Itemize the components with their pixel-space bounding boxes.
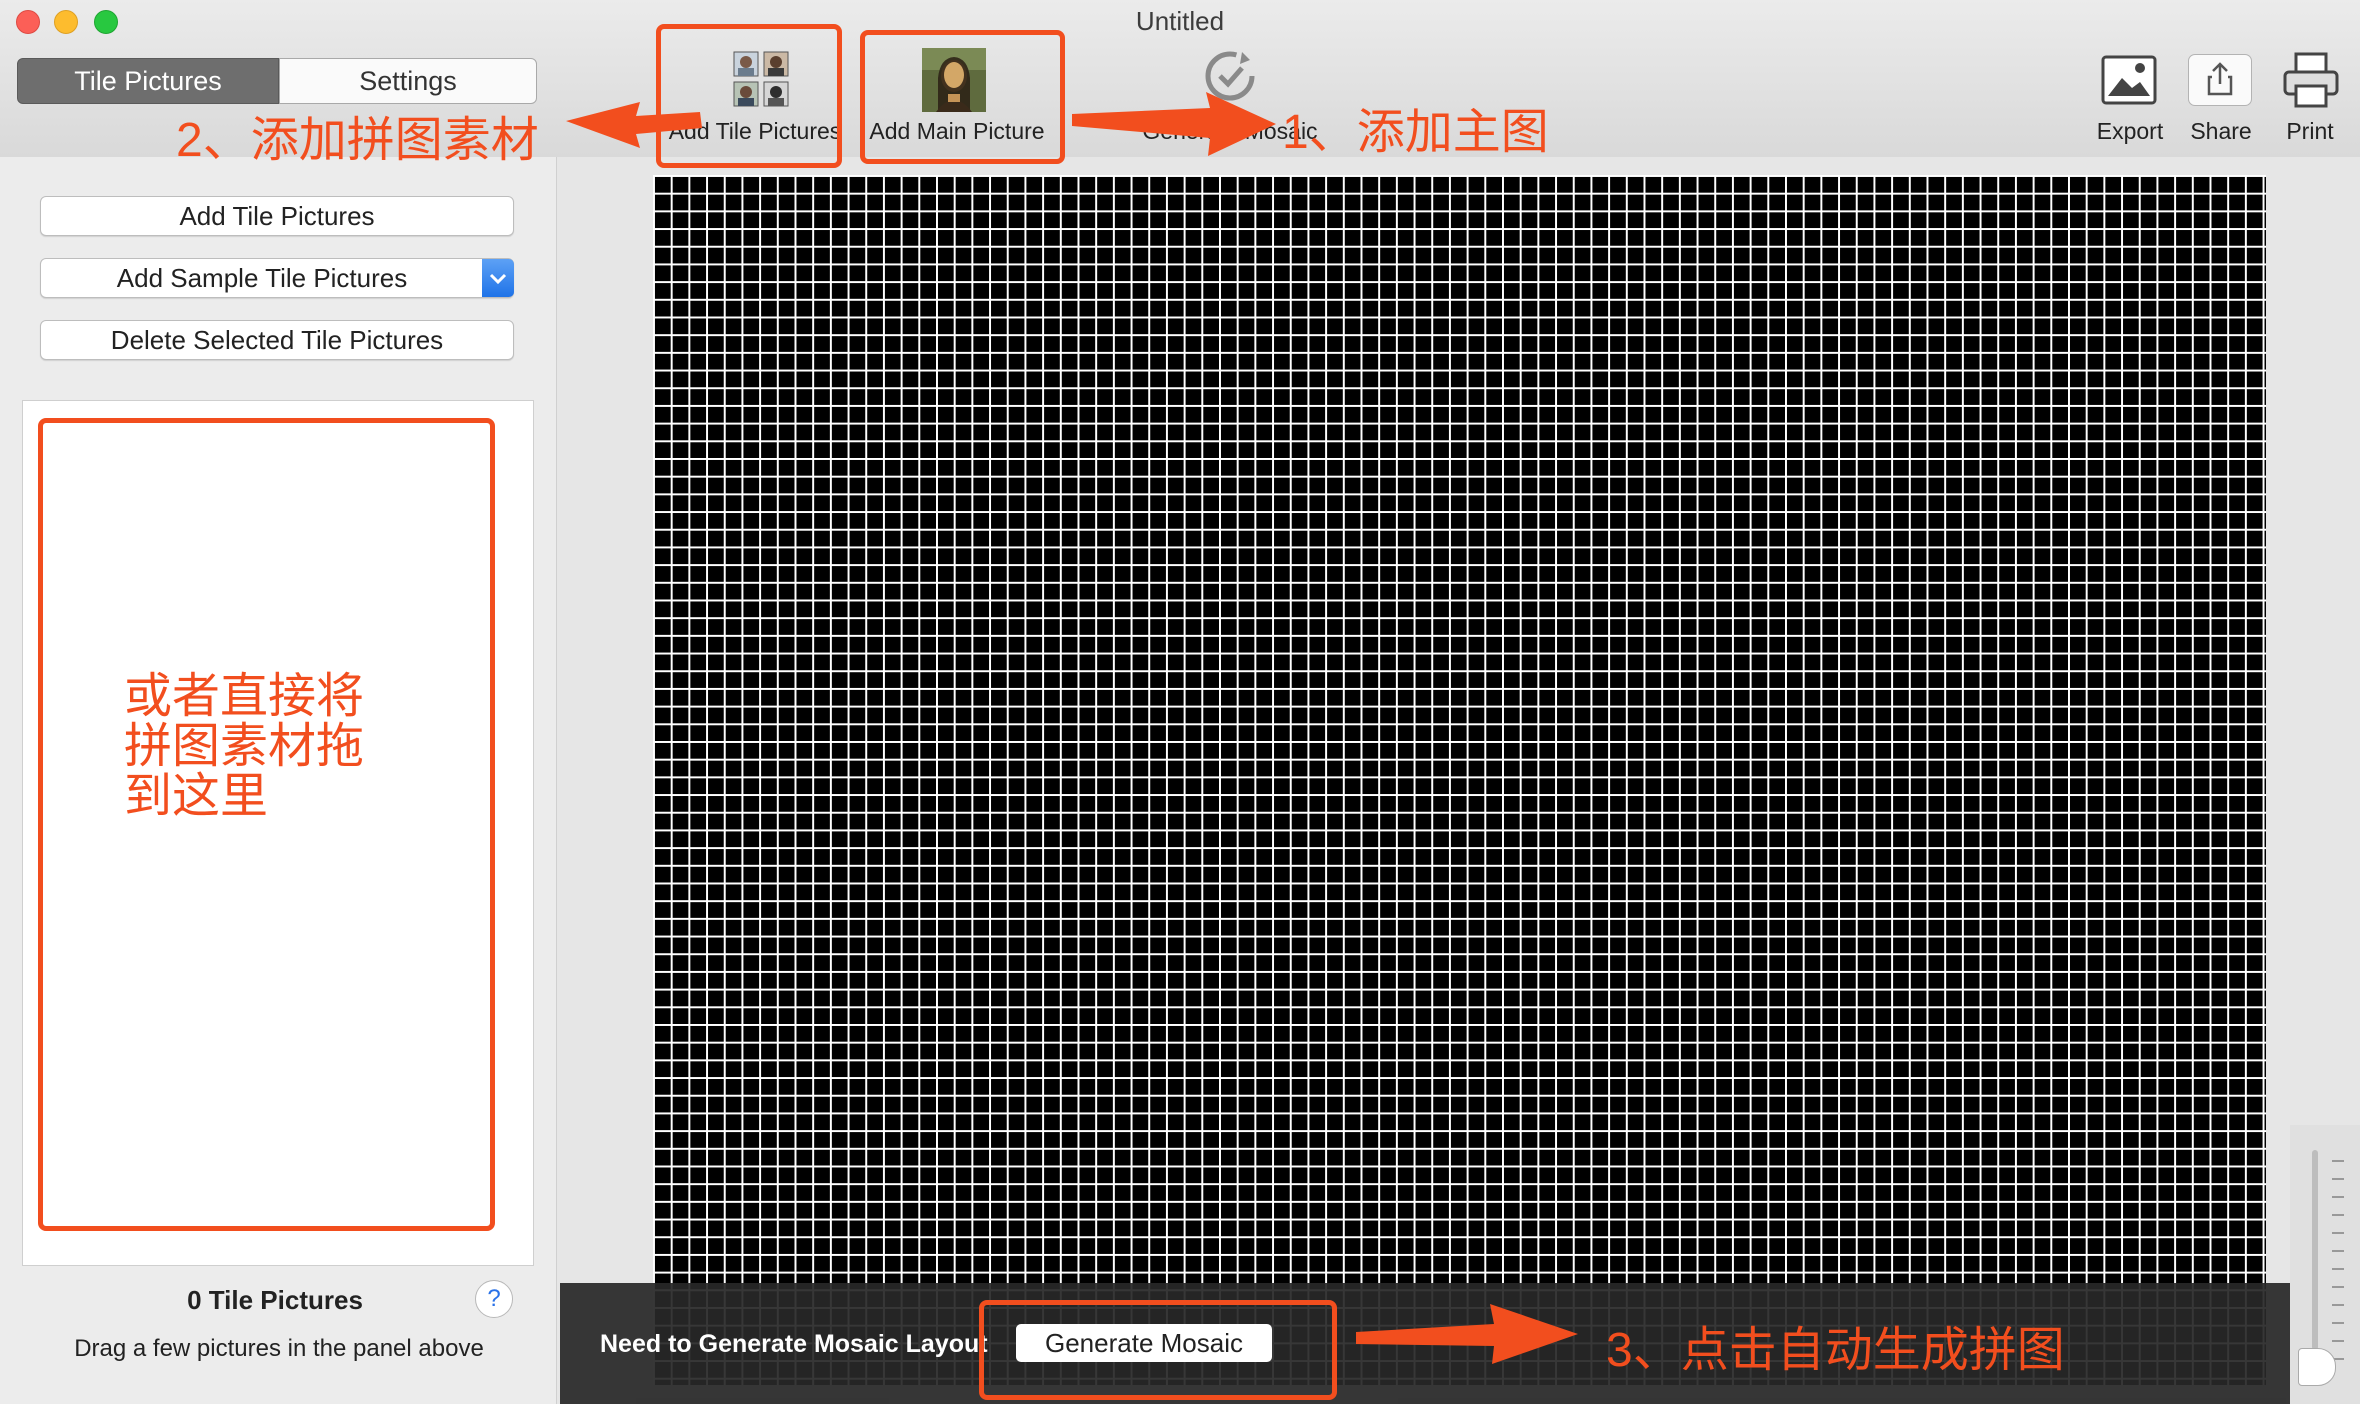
annotation-arrows bbox=[566, 92, 1578, 1364]
arrow-to-step1 bbox=[1072, 92, 1276, 156]
step1-annotation: 1、添加主图 bbox=[1282, 106, 1549, 159]
step3-annotation: 3、点击自动生成拼图 bbox=[1606, 1324, 2065, 1377]
step2-annotation: 2、添加拼图素材 bbox=[176, 114, 539, 167]
arrow-to-step2 bbox=[566, 102, 702, 148]
arrow-to-step3 bbox=[1356, 1304, 1578, 1364]
